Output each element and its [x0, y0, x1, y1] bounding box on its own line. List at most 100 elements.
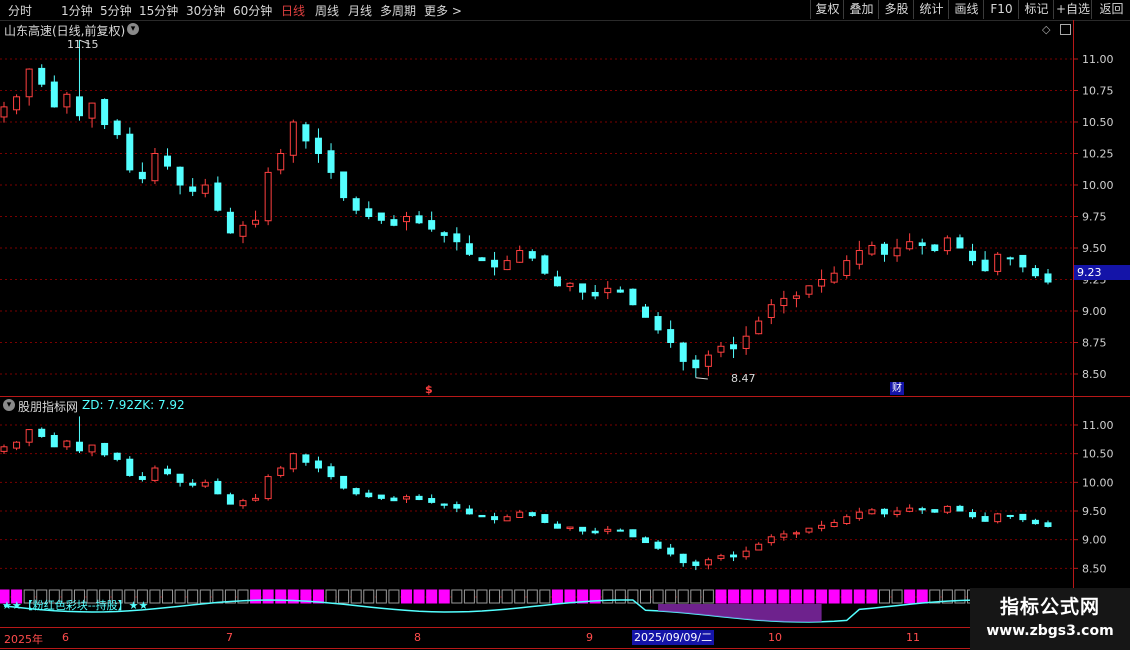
indicator-y-tick-label: 9.00: [1082, 534, 1107, 547]
indicator-candle: [453, 504, 461, 509]
indicator-candle: [717, 555, 725, 559]
main-candle: [918, 242, 926, 246]
main-candle: [956, 237, 964, 249]
watermark-title: 指标公式网: [999, 596, 1100, 618]
indicator-y-tick-label: 10.00: [1082, 476, 1114, 489]
band-block: [627, 589, 639, 604]
main-candle: [868, 244, 876, 255]
band-block: [904, 589, 916, 604]
main-candle: [704, 354, 712, 367]
main-candle: [855, 250, 863, 265]
band-block: [275, 589, 287, 604]
indicator-candle: [75, 441, 83, 452]
main-y-tick-label: 9.50: [1082, 242, 1107, 255]
main-candle: [415, 215, 423, 224]
indicator-candle: [138, 476, 146, 480]
price-chart-svg[interactable]: 8.508.759.009.259.509.7510.0010.2510.501…: [0, 0, 1130, 650]
main-candle: [1031, 268, 1039, 277]
indicator-candle: [478, 514, 486, 518]
main-candle: [755, 320, 763, 335]
main-candle: [805, 285, 813, 295]
band-block: [841, 589, 853, 604]
band-block: [375, 589, 387, 604]
main-candle: [906, 241, 914, 250]
main-candle: [340, 171, 348, 199]
band-block: [677, 589, 689, 604]
band-block: [212, 589, 224, 604]
main-candle: [164, 155, 172, 167]
indicator-candle: [843, 516, 851, 524]
main-candle: [25, 68, 33, 98]
indicator-candle: [25, 429, 33, 443]
main-candle: [314, 137, 322, 154]
indicator-candle: [742, 550, 750, 558]
indicator-candle: [616, 529, 624, 532]
indicator-candle: [767, 536, 775, 544]
main-candle: [138, 171, 146, 180]
indicator-candle: [855, 511, 863, 519]
indicator-candle: [692, 561, 700, 566]
event-marker-cai[interactable]: 财: [890, 382, 904, 395]
main-candle: [931, 244, 939, 252]
indicator-y-tick-label: 9.50: [1082, 505, 1107, 518]
main-candle: [604, 287, 612, 294]
band-block: [325, 589, 337, 604]
indicator-candle: [969, 512, 977, 518]
band-block: [438, 589, 450, 604]
main-candle: [38, 67, 46, 85]
main-candle: [616, 289, 624, 293]
main-candle: [767, 304, 775, 319]
band-block: [916, 589, 928, 604]
main-candle: [692, 359, 700, 369]
indicator-candle: [629, 529, 637, 538]
indicator-candle: [830, 521, 838, 528]
indicator-candle: [704, 559, 712, 566]
low-pointer: [695, 377, 708, 380]
band-block: [753, 589, 765, 604]
indicator-candle: [101, 442, 109, 456]
band-block: [149, 589, 161, 604]
main-candle: [50, 81, 58, 108]
indicator-candle: [516, 511, 524, 518]
indicator-candle: [667, 547, 675, 555]
indicator-candle: [579, 526, 587, 532]
band-block: [551, 589, 563, 604]
indicator-candle: [465, 508, 473, 515]
main-candle: [13, 96, 21, 111]
main-candle: [969, 250, 977, 262]
band-block: [803, 589, 815, 604]
main-candle: [201, 184, 209, 194]
indicator-candle: [314, 460, 322, 469]
main-candle: [591, 291, 599, 297]
main-candle: [352, 198, 360, 211]
main-candle: [641, 306, 649, 318]
watermark-url: www.zbgs3.com: [986, 623, 1114, 639]
main-candle: [1044, 273, 1052, 283]
main-candle: [453, 233, 461, 243]
band-label: ★★【粉红色彩块--持股】★★: [2, 599, 149, 612]
main-candle: [0, 106, 8, 118]
band-block: [715, 589, 727, 604]
indicator-candle: [113, 452, 121, 460]
indicator-candle: [1019, 513, 1027, 521]
indicator-candle: [566, 526, 574, 530]
band-block: [489, 589, 501, 604]
indicator-candle: [428, 498, 436, 503]
band-block: [765, 589, 777, 604]
indicator-candle: [63, 440, 71, 448]
main-candle: [151, 153, 159, 182]
indicator-candle: [1006, 514, 1014, 517]
main-candle: [516, 250, 524, 263]
indicator-candle: [868, 509, 876, 515]
main-y-tick-label: 8.50: [1082, 368, 1107, 381]
band-block: [262, 589, 274, 604]
indicator-candle: [994, 513, 1002, 523]
indicator-candle: [189, 482, 197, 486]
event-marker-s[interactable]: $: [425, 383, 433, 396]
band-block: [690, 589, 702, 604]
band-block: [564, 589, 576, 604]
main-candle: [302, 124, 310, 142]
main-candle: [566, 282, 574, 288]
high-price-label: 11.15: [67, 38, 99, 51]
indicator-candle: [604, 528, 612, 532]
